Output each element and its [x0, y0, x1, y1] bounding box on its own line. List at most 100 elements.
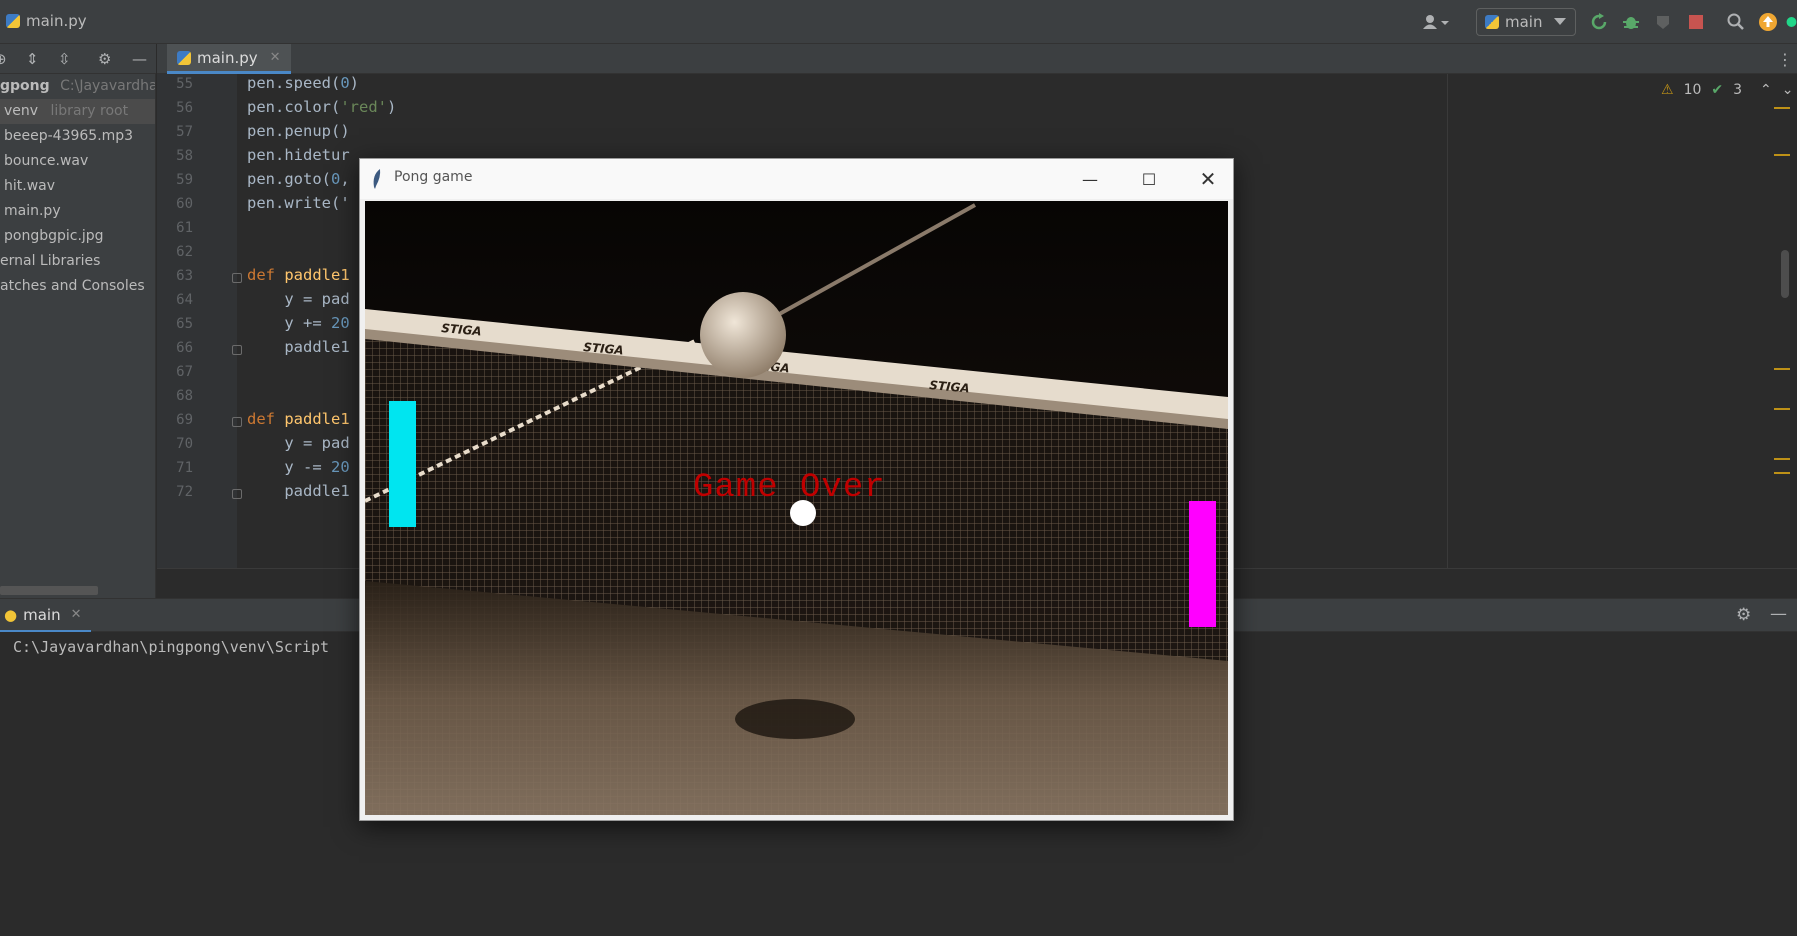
line-number: 56	[176, 100, 193, 116]
update-icon[interactable]	[1756, 10, 1780, 34]
line-number: 65	[176, 316, 193, 332]
line-number: 72	[176, 484, 193, 500]
pong-game-window[interactable]: Pong game — ☐ ✕ STIGA STIGA STIGA Game O…	[359, 158, 1234, 821]
code-line: y += 20	[247, 314, 350, 332]
error-stripe-mark[interactable]	[1774, 458, 1790, 460]
run-tab-label: main	[23, 605, 61, 624]
warning-count: 10	[1683, 82, 1702, 98]
python-file-icon	[6, 14, 20, 28]
search-icon[interactable]	[1724, 10, 1748, 34]
line-number: 63	[176, 268, 193, 284]
left-paddle	[389, 401, 416, 527]
gear-icon[interactable]: ⚙	[98, 50, 111, 68]
tree-item-beeep[interactable]: beeep-43965.mp3	[0, 124, 155, 149]
tree-item-scratches[interactable]: atches and Consoles	[0, 274, 155, 299]
tree-root-name: gpong	[0, 78, 50, 94]
pong-canvas[interactable]: STIGA STIGA STIGA STIGA Game Over	[365, 201, 1228, 815]
tree-item-label: hit.wav	[4, 178, 56, 194]
fold-marker[interactable]	[232, 273, 242, 283]
tree-item-venv[interactable]: venv library root	[0, 99, 155, 124]
editor-scrollbar[interactable]	[1781, 250, 1789, 298]
code-line: pen.hidetur	[247, 146, 350, 164]
error-stripe-mark[interactable]	[1774, 107, 1790, 109]
console-output: C:\Jayavardhan\pingpong\venv\Script	[13, 638, 330, 656]
error-stripe-mark[interactable]	[1774, 408, 1790, 410]
code-line: pen.speed(0)	[247, 74, 360, 92]
tree-item-bounce[interactable]: bounce.wav	[0, 149, 155, 174]
error-stripe-mark[interactable]	[1774, 368, 1790, 370]
tree-root[interactable]: gpong C:\Jayavardhan\	[0, 74, 155, 99]
code-line: pen.goto(0,	[247, 170, 350, 188]
tree-item-hint: library root	[50, 103, 129, 119]
tree-item-external-libraries[interactable]: ernal Libraries	[0, 249, 155, 274]
tab-label: main.py	[197, 48, 258, 67]
line-number: 61	[176, 220, 193, 236]
fold-marker[interactable]	[232, 345, 242, 355]
close-icon[interactable]: ✕	[270, 50, 281, 65]
fold-marker[interactable]	[232, 417, 242, 427]
chevron-down-icon[interactable]: ⌄	[1782, 82, 1794, 98]
run-config-label: main	[1505, 13, 1543, 31]
run-tab-main[interactable]: ● main ✕	[0, 599, 92, 633]
python-run-icon: ●	[4, 605, 18, 624]
select-opened-file-icon[interactable]: ⊕	[0, 50, 7, 68]
editor-tab-bar: main.py ✕ ⋮	[157, 44, 1797, 74]
chevron-down-icon	[1554, 18, 1567, 25]
tree-item-label: atches and Consoles	[0, 278, 145, 294]
warning-icon: ⚠	[1661, 82, 1674, 98]
python-icon	[1485, 15, 1499, 29]
code-line: def paddle1	[247, 266, 350, 284]
tree-item-label: main.py	[4, 203, 61, 219]
fold-marker[interactable]	[232, 489, 242, 499]
code-line: paddle1	[247, 338, 350, 356]
line-number: 68	[176, 388, 193, 404]
game-over-text: Game Over	[693, 469, 886, 507]
code-line: def paddle1	[247, 410, 350, 428]
gear-icon[interactable]: ⚙	[1736, 605, 1751, 625]
collapse-all-icon[interactable]: ⇳	[58, 50, 71, 68]
pong-title-bar[interactable]: Pong game — ☐ ✕	[360, 159, 1233, 199]
line-number: 59	[176, 172, 193, 188]
feather-icon	[373, 169, 381, 189]
close-icon[interactable]: ✕	[71, 607, 82, 622]
rerun-icon[interactable]	[1587, 10, 1611, 34]
hide-icon[interactable]: —	[132, 50, 147, 68]
hide-icon[interactable]: —	[1770, 604, 1787, 624]
error-stripe-mark[interactable]	[1774, 154, 1790, 156]
maximize-button[interactable]: ☐	[1127, 165, 1171, 193]
tree-item-pongbgpic[interactable]: pongbgpic.jpg	[0, 224, 155, 249]
line-number: 69	[176, 412, 193, 428]
code-line: y -= 20	[247, 458, 350, 476]
line-number: 62	[176, 244, 193, 260]
check-icon: ✔	[1711, 82, 1724, 98]
window-title-text: main.py	[26, 12, 87, 30]
tree-item-hit[interactable]: hit.wav	[0, 174, 155, 199]
tab-main-py[interactable]: main.py ✕	[167, 44, 291, 74]
line-number: 64	[176, 292, 193, 308]
error-stripe-mark[interactable]	[1774, 472, 1790, 474]
more-options-icon[interactable]: ⋮	[1777, 50, 1793, 69]
pong-window-title: Pong game	[394, 169, 473, 185]
line-number: 55	[176, 76, 193, 92]
minimize-button[interactable]: —	[1068, 165, 1112, 193]
project-scrollbar[interactable]	[0, 586, 98, 595]
tree-item-label: ernal Libraries	[0, 253, 101, 269]
close-button[interactable]: ✕	[1186, 165, 1230, 193]
project-toolbar: ⊕ ⇕ ⇳ ⚙ —	[0, 44, 156, 74]
project-tree: gpong C:\Jayavardhan\ venv library root …	[0, 74, 156, 598]
debug-icon[interactable]	[1619, 10, 1643, 34]
account-icon[interactable]	[1418, 10, 1454, 34]
run-config-selector[interactable]: main	[1476, 8, 1576, 36]
code-line: pen.write('	[247, 194, 350, 212]
tree-item-main[interactable]: main.py	[0, 199, 155, 224]
right-paddle	[1189, 501, 1216, 627]
coverage-icon[interactable]	[1651, 10, 1675, 34]
title-bar: main.py main	[0, 0, 1797, 44]
chevron-up-icon[interactable]: ⌃	[1760, 82, 1772, 98]
code-line: y = pad	[247, 434, 350, 452]
stop-icon[interactable]	[1684, 10, 1708, 34]
tree-item-label: pongbgpic.jpg	[4, 228, 104, 244]
inspection-widget[interactable]: ⚠ 10 ✔ 3 ⌃ ⌄	[1661, 82, 1794, 98]
expand-all-icon[interactable]: ⇕	[26, 50, 39, 68]
line-number: 57	[176, 124, 193, 140]
